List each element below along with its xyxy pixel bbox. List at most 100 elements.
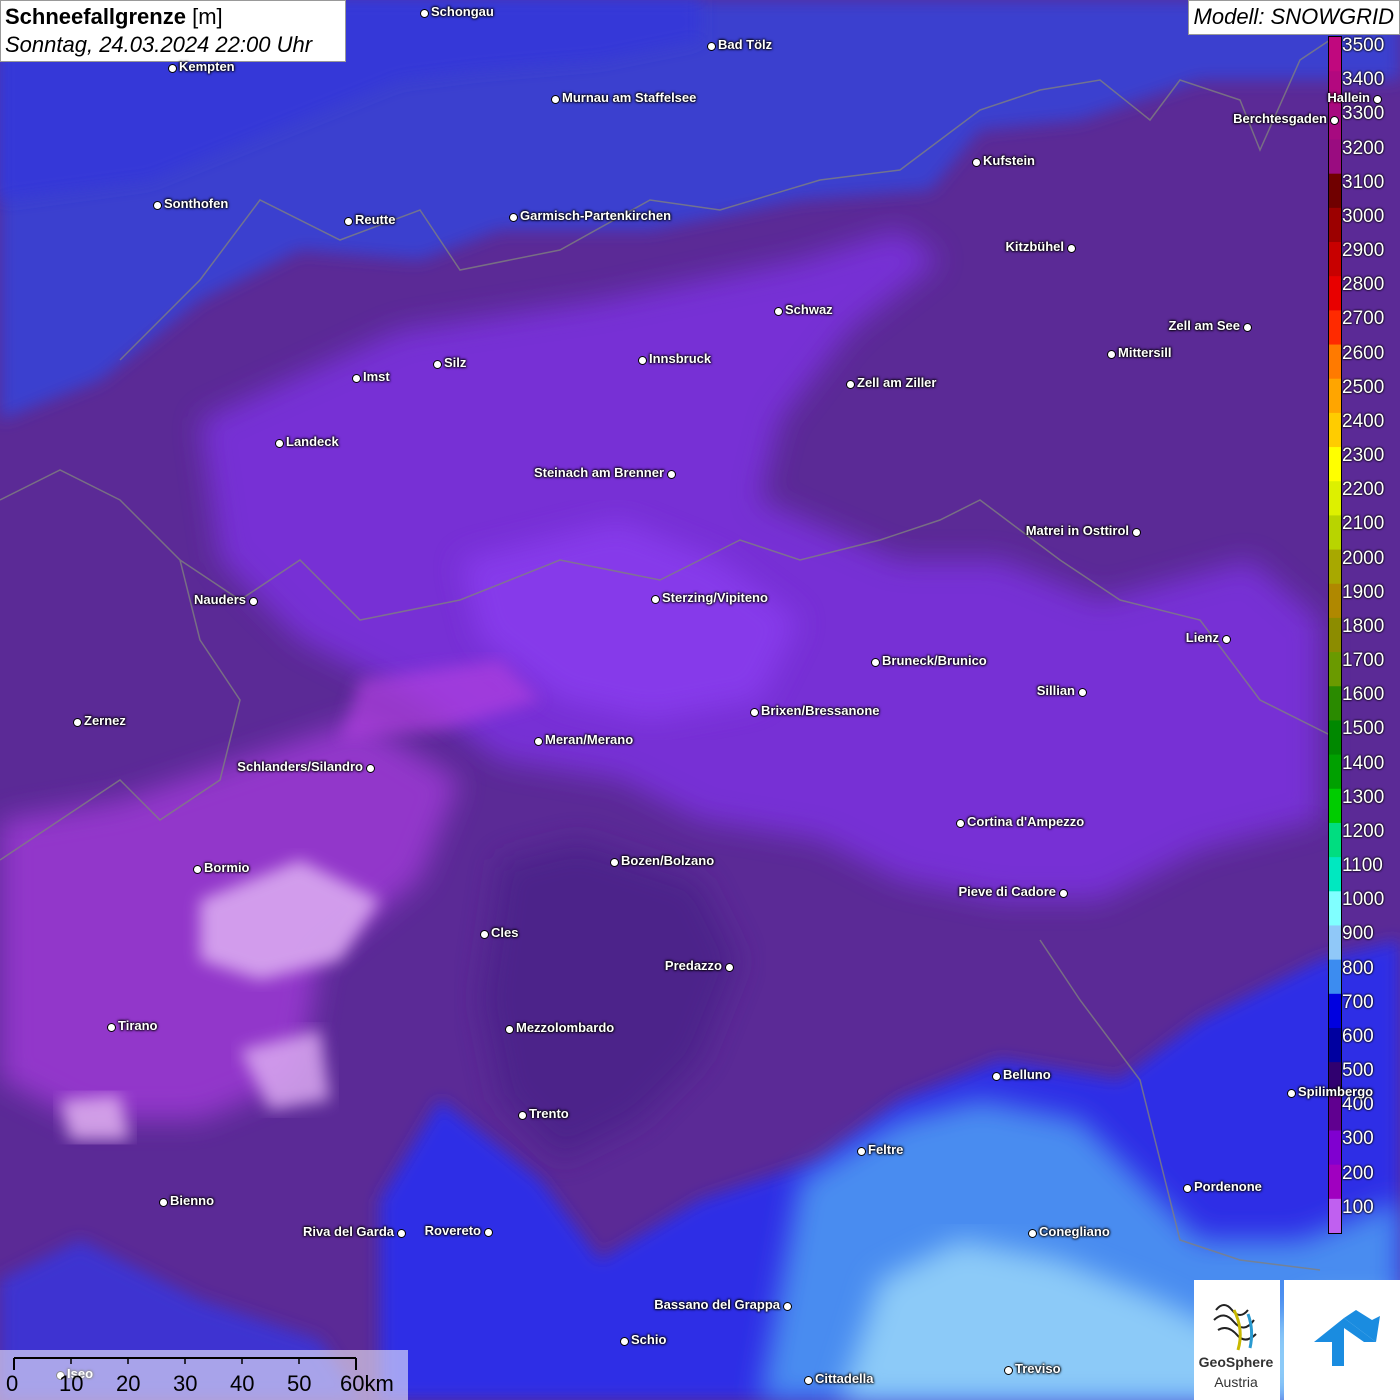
city-label-steinach-am-brenner: Steinach am Brenner (533, 465, 664, 480)
legend-swatch-2700 (1329, 310, 1341, 346)
city-marker-pieve-di-cadore (1059, 889, 1068, 898)
scale-label-50: 50 (287, 1371, 312, 1396)
legend-swatch-2500 (1329, 378, 1341, 414)
city-marker-berchtesgaden (1330, 116, 1339, 125)
city-marker-spilimbergo (1287, 1089, 1296, 1098)
city-marker-bozen-bolzano (610, 858, 619, 867)
legend-tick-2800: 2800 (1342, 274, 1385, 296)
city-marker-cittadella (804, 1376, 813, 1385)
city-label-rovereto: Rovereto (424, 1223, 481, 1238)
legend-swatch-1000 (1329, 891, 1341, 926)
legend-swatch-2300 (1329, 447, 1341, 482)
scale-label-20: 20 (116, 1371, 141, 1396)
legend-swatch-800 (1329, 959, 1341, 995)
legend-tick-1600: 1600 (1342, 684, 1385, 706)
legend-swatch-1100 (1329, 857, 1341, 892)
city-label-predazzo: Predazzo (664, 958, 722, 973)
city-marker-kempten (168, 64, 177, 73)
legend-tick-1300: 1300 (1342, 786, 1385, 808)
city-marker-conegliano (1028, 1229, 1037, 1238)
city-label-landeck: Landeck (286, 434, 339, 449)
map-title: Schneefallgrenze [m] (5, 3, 341, 31)
city-label-mezzolombardo: Mezzolombardo (516, 1020, 615, 1035)
city-marker-lienz (1222, 635, 1231, 644)
city-marker-bassano-del-grappa (783, 1302, 792, 1311)
city-marker-bad-t-lz (707, 42, 716, 51)
city-marker-mezzolombardo (505, 1025, 514, 1034)
geosphere-logo: GeoSphere Austria (1194, 1280, 1280, 1400)
city-label-imst: Imst (363, 369, 390, 384)
legend-tick-1200: 1200 (1342, 820, 1385, 842)
city-label-garmisch-partenkirchen: Garmisch-Partenkirchen (520, 208, 672, 223)
city-marker-riva-del-garda (397, 1229, 406, 1238)
city-marker-schwaz (774, 307, 783, 316)
city-marker-matrei-in-osttirol (1132, 528, 1141, 537)
city-marker-schlanders-silandro (366, 764, 375, 773)
legend-tick-3300: 3300 (1342, 103, 1385, 125)
city-marker-imst (352, 374, 361, 383)
geosphere-logo-text-1: GeoSphere (1198, 1354, 1274, 1370)
city-label-treviso: Treviso (1015, 1361, 1061, 1376)
city-label-kempten: Kempten (179, 59, 235, 74)
city-marker-predazzo (725, 963, 734, 972)
city-label-schio: Schio (631, 1332, 667, 1347)
scale-label-40: 40 (230, 1371, 255, 1396)
city-label-cittadella: Cittadella (815, 1371, 874, 1386)
model-label: Modell: SNOWGRID (1187, 0, 1400, 35)
city-label-zernez: Zernez (84, 713, 126, 728)
legend-tick-500: 500 (1342, 1060, 1374, 1082)
legend-tick-1900: 1900 (1342, 581, 1385, 603)
city-label-innsbruck: Innsbruck (649, 351, 712, 366)
city-marker-zernez (73, 718, 82, 727)
city-label-spilimbergo: Spilimbergo (1298, 1084, 1374, 1099)
legend-tick-2700: 2700 (1342, 308, 1385, 330)
city-marker-rovereto (484, 1228, 493, 1237)
city-label-murnau-am-staffelsee: Murnau am Staffelsee (562, 90, 697, 105)
scale-label-10: 10 (59, 1371, 84, 1396)
legend-swatch-200 (1329, 1164, 1341, 1200)
city-label-meran-merano: Meran/Merano (545, 732, 634, 747)
city-label-cles: Cles (491, 925, 519, 940)
title-unit: [m] (192, 4, 223, 29)
city-label-mittersill: Mittersill (1118, 345, 1172, 360)
legend-swatch-100 (1329, 1198, 1341, 1234)
legend-swatch-400 (1329, 1096, 1341, 1131)
legend-swatch-600 (1329, 1027, 1341, 1063)
legend-tick-1400: 1400 (1342, 752, 1385, 774)
city-marker-cortina-d-ampezzo (956, 819, 965, 828)
legend-swatch-1600 (1329, 686, 1341, 721)
city-marker-cles (480, 930, 489, 939)
legend-swatch-2600 (1329, 344, 1341, 380)
city-marker-zell-am-ziller (846, 380, 855, 389)
city-label-sillian: Sillian (1036, 683, 1075, 698)
legend-tick-2100: 2100 (1342, 513, 1385, 535)
city-label-kitzb-hel: Kitzbühel (1005, 239, 1065, 254)
city-marker-tirano (107, 1023, 116, 1032)
snowgrid-logo (1284, 1280, 1400, 1400)
scale-label-60km: 60km (340, 1371, 394, 1396)
city-marker-meran-merano (534, 737, 543, 746)
city-marker-silz (433, 360, 442, 369)
legend-tick-3200: 3200 (1342, 137, 1385, 159)
legend-tick-1500: 1500 (1342, 718, 1385, 740)
city-marker-kitzb-hel (1067, 244, 1076, 253)
city-label-sterzing-vipiteno: Sterzing/Vipiteno (662, 590, 768, 605)
legend-tick-2400: 2400 (1342, 410, 1385, 432)
city-marker-trento (518, 1111, 527, 1120)
legend-tick-100: 100 (1342, 1196, 1374, 1218)
city-label-cortina-d-ampezzo: Cortina d'Ampezzo (967, 814, 1085, 829)
city-marker-bruneck-brunico (871, 658, 880, 667)
city-label-belluno: Belluno (1003, 1067, 1051, 1082)
city-label-brixen-bressanone: Brixen/Bressanone (761, 703, 880, 718)
city-label-bormio: Bormio (204, 860, 250, 875)
legend-tick-600: 600 (1342, 1025, 1374, 1047)
legend-swatch-2200 (1329, 481, 1341, 516)
legend-swatch-700 (1329, 993, 1341, 1029)
city-marker-feltre (857, 1147, 866, 1156)
legend-swatch-1500 (1329, 720, 1341, 756)
city-marker-sillian (1078, 688, 1087, 697)
legend-tick-1100: 1100 (1342, 855, 1383, 877)
city-marker-kufstein (972, 158, 981, 167)
legend-swatch-3000 (1329, 207, 1341, 243)
legend-swatch-300 (1329, 1130, 1341, 1166)
